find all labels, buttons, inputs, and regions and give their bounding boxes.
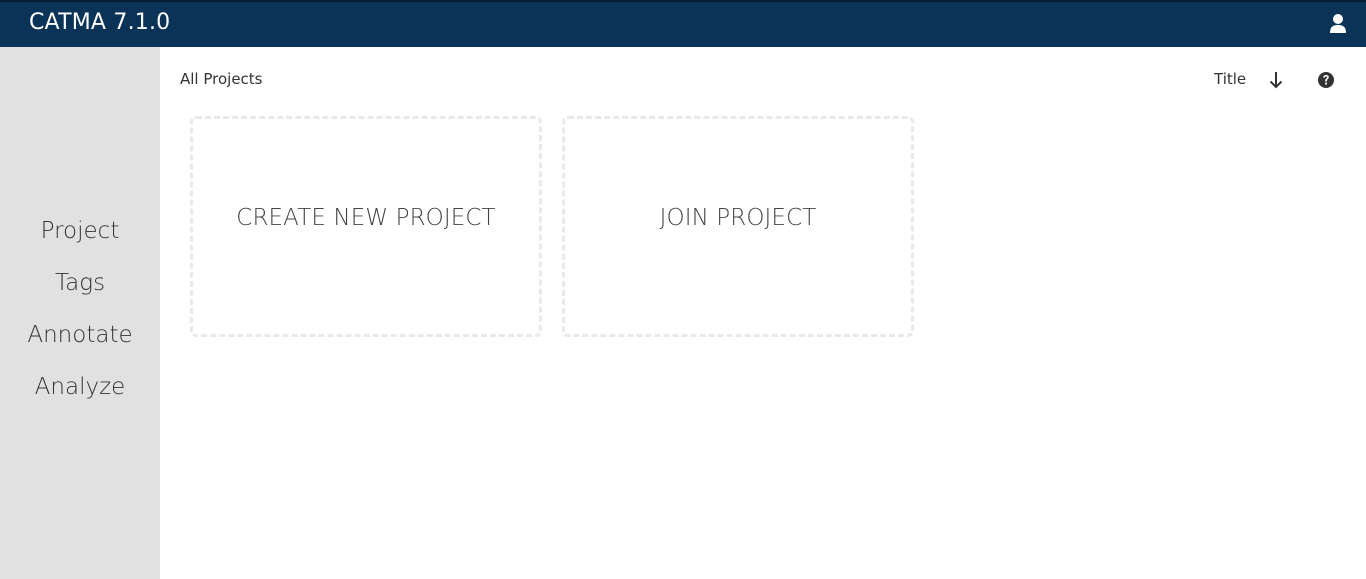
- create-new-project-label: CREATE NEW PROJECT: [236, 204, 496, 231]
- join-project-card[interactable]: JOIN PROJECT: [562, 116, 914, 337]
- help-circle-icon[interactable]: [1316, 70, 1336, 90]
- arrow-down-icon[interactable]: [1266, 69, 1286, 91]
- breadcrumb: All Projects: [180, 70, 263, 88]
- sidebar-item-project[interactable]: Project: [0, 218, 160, 244]
- join-project-label: JOIN PROJECT: [659, 204, 817, 231]
- app-title: CATMA 7.1.0: [29, 10, 171, 35]
- user-icon[interactable]: [1328, 13, 1348, 35]
- sidebar-item-annotate[interactable]: Annotate: [0, 322, 160, 348]
- sidebar: Project Tags Annotate Analyze: [0, 47, 160, 579]
- create-new-project-card[interactable]: CREATE NEW PROJECT: [190, 116, 542, 337]
- sidebar-item-tags[interactable]: Tags: [0, 270, 160, 296]
- sort-field-label[interactable]: Title: [1214, 70, 1246, 88]
- sidebar-item-analyze[interactable]: Analyze: [0, 374, 160, 400]
- top-bar: CATMA 7.1.0: [0, 0, 1366, 47]
